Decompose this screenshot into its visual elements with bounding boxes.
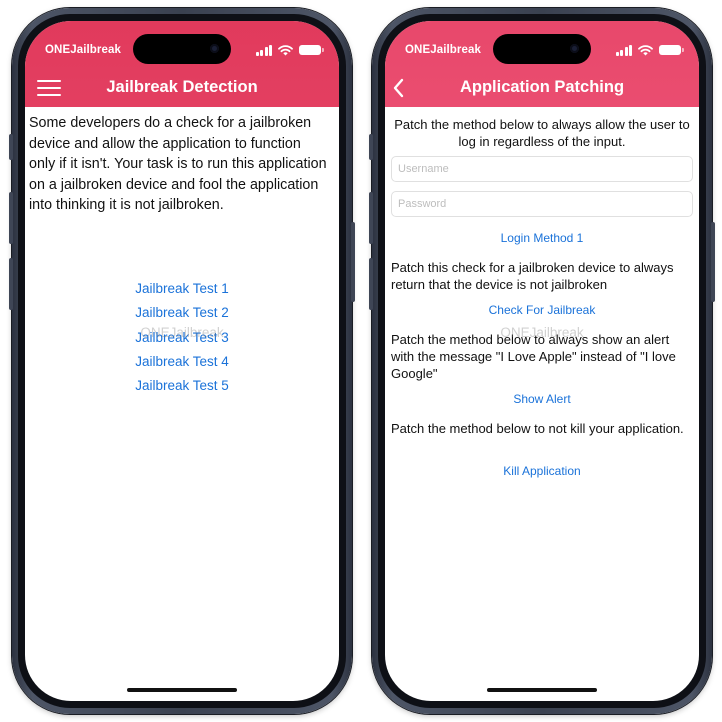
page-title: Jailbreak Detection bbox=[106, 78, 258, 96]
wifi-icon bbox=[278, 44, 293, 55]
camera-icon bbox=[570, 44, 579, 53]
jailbreak-test-1-link[interactable]: Jailbreak Test 1 bbox=[25, 277, 339, 301]
left-screen: ONEJailbreak Jailbreak Detection Some de… bbox=[25, 21, 339, 701]
right-screen: ONEJailbreak Application Patching Patch … bbox=[385, 21, 699, 701]
username-field[interactable] bbox=[391, 156, 693, 182]
left-content: Some developers do a check for a jailbro… bbox=[25, 107, 339, 701]
kill-application-button[interactable]: Kill Application bbox=[385, 464, 699, 478]
nav-header: ONEJailbreak bbox=[25, 21, 339, 107]
carrier-label: ONEJailbreak bbox=[45, 44, 121, 56]
volume-up-button bbox=[9, 192, 13, 244]
action-button bbox=[9, 134, 13, 160]
page-title: Application Patching bbox=[459, 78, 625, 96]
jailbreak-test-3-link[interactable]: Jailbreak Test 3 bbox=[25, 326, 339, 350]
test-list: Jailbreak Test 1 Jailbreak Test 2 Jailbr… bbox=[25, 277, 339, 398]
jailbreak-description: Patch this check for a jailbroken device… bbox=[391, 260, 674, 292]
check-jailbreak-button[interactable]: Check For Jailbreak bbox=[385, 303, 699, 317]
volume-down-button bbox=[9, 258, 13, 310]
kill-description: Patch the method below to not kill your … bbox=[391, 421, 684, 436]
power-button bbox=[351, 222, 355, 302]
status-icons bbox=[255, 43, 324, 57]
volume-down-button bbox=[369, 258, 373, 310]
password-field[interactable] bbox=[391, 191, 693, 217]
power-button bbox=[711, 222, 715, 302]
camera-icon bbox=[210, 44, 219, 53]
dynamic-island bbox=[493, 34, 591, 64]
dynamic-island bbox=[133, 34, 231, 64]
home-indicator[interactable] bbox=[487, 688, 597, 692]
login-method-button[interactable]: Login Method 1 bbox=[385, 231, 699, 245]
battery-icon bbox=[659, 45, 684, 55]
cellular-signal-icon bbox=[255, 44, 272, 56]
volume-up-button bbox=[369, 192, 373, 244]
login-description: Patch the method below to always allow t… bbox=[394, 117, 690, 149]
alert-description: Patch the method below to always show an… bbox=[391, 332, 676, 381]
bezel: ONEJailbreak bbox=[378, 14, 706, 708]
wifi-icon bbox=[638, 44, 653, 55]
battery-icon bbox=[299, 45, 324, 55]
description-text: Some developers do a check for a jailbro… bbox=[29, 115, 327, 214]
home-indicator[interactable] bbox=[127, 688, 237, 692]
status-icons bbox=[615, 43, 684, 57]
right-phone-frame: ONEJailbreak Application Patching Patch … bbox=[369, 8, 715, 714]
show-alert-button[interactable]: Show Alert bbox=[385, 392, 699, 406]
jailbreak-test-2-link[interactable]: Jailbreak Test 2 bbox=[25, 301, 339, 325]
right-content: Patch the method below to always allow t… bbox=[385, 107, 699, 701]
carrier-label: ONEJailbreak bbox=[405, 44, 481, 56]
jailbreak-test-4-link[interactable]: Jailbreak Test 4 bbox=[25, 350, 339, 374]
jailbreak-test-5-link[interactable]: Jailbreak Test 5 bbox=[25, 374, 339, 398]
left-phone-frame: ONEJailbreak Jailbreak Detection Some de… bbox=[9, 8, 355, 714]
cellular-signal-icon bbox=[615, 44, 632, 56]
bezel: ONEJailbreak bbox=[18, 14, 346, 708]
nav-header: ONEJailbreak bbox=[385, 21, 699, 107]
action-button bbox=[369, 134, 373, 160]
